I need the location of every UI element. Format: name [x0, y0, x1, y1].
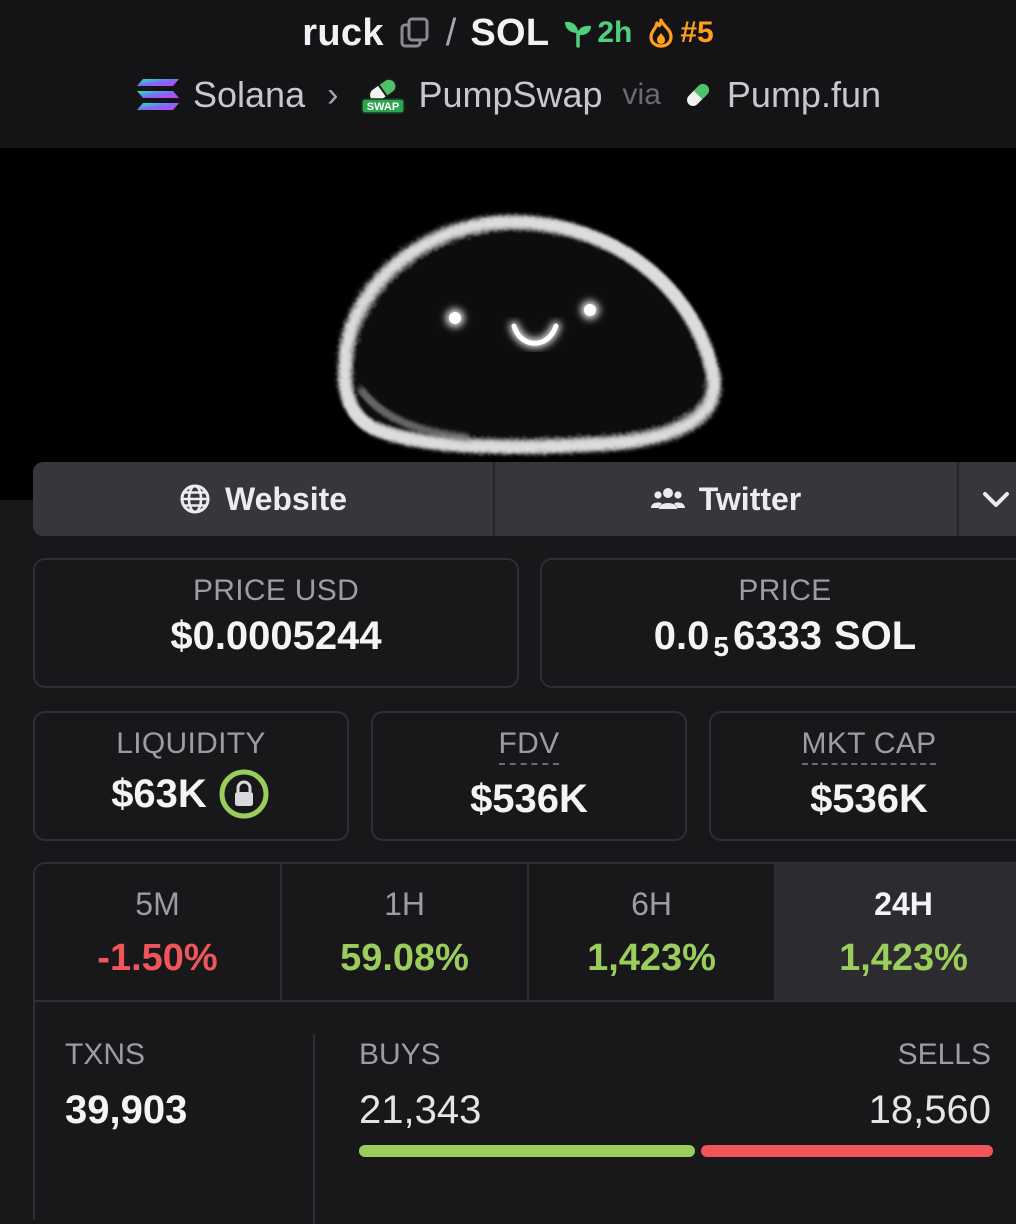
twitter-label: Twitter	[698, 480, 802, 517]
liquidity-label: LIQUIDITY	[116, 727, 266, 760]
website-button[interactable]: Website	[33, 462, 495, 536]
change-value: -1.50%	[97, 937, 218, 979]
sells-count: 18,560	[868, 1088, 991, 1132]
sells-label: SELLS	[897, 1038, 991, 1071]
fdv-value: $536K	[470, 777, 588, 821]
chevron-right-icon: ›	[327, 75, 339, 114]
copy-address-icon[interactable]	[398, 16, 432, 50]
price-native-value: 0.0 5 6333 SOL	[653, 614, 917, 662]
token-symbol: ruck	[302, 11, 384, 54]
pair-age: 2h	[563, 16, 632, 50]
price-native-zero-count: 5	[713, 630, 729, 662]
price-native-unit: SOL	[833, 614, 917, 658]
via-label: via	[622, 78, 661, 111]
seedling-icon	[565, 21, 592, 48]
pill-icon	[686, 84, 709, 106]
price-native-prefix: 0.0	[653, 614, 710, 658]
pumpswap-logo-icon: SWAP	[361, 77, 406, 114]
twitter-button[interactable]: Twitter	[495, 462, 959, 536]
solana-logo-icon	[137, 79, 179, 110]
sells-ratio-bar	[701, 1145, 993, 1157]
price-usd-card: PRICE USD $0.0005244	[33, 558, 519, 688]
period-label: 24H	[874, 886, 933, 922]
users-icon	[650, 488, 685, 509]
market-cap-label[interactable]: MKT CAP	[801, 727, 937, 765]
price-usd-value: $0.0005244	[170, 614, 382, 658]
fdv-card: FDV $536K	[371, 711, 687, 841]
txns-total: 39,903	[65, 1088, 188, 1132]
buys-count: 21,343	[359, 1088, 482, 1132]
price-native-card: PRICE 0.0 5 6333 SOL	[540, 558, 1016, 688]
pair-title-row: ruck / SOL 2h #5	[0, 8, 1016, 58]
price-native-label: PRICE	[738, 574, 832, 607]
lock-icon[interactable]	[217, 767, 271, 821]
price-change-tabs: 5M -1.50% 1H 59.08% 6H 1,423% 24H 1,423%	[33, 862, 1016, 1002]
tab-5m[interactable]: 5M -1.50%	[35, 864, 283, 1000]
change-value: 1,423%	[839, 937, 968, 979]
pair-header: ruck / SOL 2h #5 Solana › SWAP PumpSwap …	[0, 0, 1016, 148]
launchpad-link[interactable]: Pump.fun	[727, 74, 881, 116]
chevron-down-icon	[983, 492, 1009, 507]
pair-age-value: 2h	[597, 16, 633, 49]
market-cap-value: $536K	[810, 777, 928, 821]
liquidity-card: LIQUIDITY $63K	[33, 711, 349, 841]
chain-link[interactable]: Solana	[193, 74, 305, 116]
txns-divider	[313, 1034, 315, 1224]
breadcrumb: Solana › SWAP PumpSwap via Pump.fun	[0, 68, 1016, 122]
price-native-digits: 6333	[732, 614, 822, 658]
period-label: 1H	[384, 886, 425, 922]
txns-label: TXNS	[65, 1038, 146, 1071]
more-links-button[interactable]	[959, 462, 1016, 536]
period-label: 6H	[631, 886, 672, 922]
trending-rank-value: #5	[680, 16, 714, 49]
liquidity-value-row: $63K	[111, 767, 271, 821]
trending-rank[interactable]: #5	[646, 16, 714, 50]
social-links-bar: Website Twitter	[33, 462, 1016, 536]
buys-ratio-bar	[359, 1145, 695, 1157]
globe-icon	[180, 484, 210, 514]
tab-24h[interactable]: 24H 1,423%	[776, 864, 1016, 1000]
tab-1h[interactable]: 1H 59.08%	[282, 864, 530, 1000]
period-label: 5M	[135, 886, 180, 922]
token-banner-image	[0, 148, 1016, 500]
liquidity-value: $63K	[111, 771, 207, 816]
tab-6h[interactable]: 6H 1,423%	[529, 864, 777, 1000]
market-cap-card: MKT CAP $536K	[709, 711, 1016, 841]
swap-badge: SWAP	[367, 101, 399, 113]
price-usd-label: PRICE USD	[192, 574, 360, 607]
change-value: 1,423%	[587, 937, 716, 979]
dex-link[interactable]: PumpSwap	[418, 74, 602, 116]
transactions-panel: TXNS 39,903 BUYS 21,343 SELLS 18,560	[33, 1000, 1016, 1224]
fdv-label[interactable]: FDV	[498, 727, 560, 765]
pair-separator: /	[445, 11, 457, 54]
flame-icon	[649, 18, 673, 48]
website-label: Website	[224, 480, 348, 517]
change-value: 59.08%	[340, 937, 469, 979]
quote-symbol: SOL	[470, 11, 550, 54]
buys-label: BUYS	[359, 1038, 441, 1071]
